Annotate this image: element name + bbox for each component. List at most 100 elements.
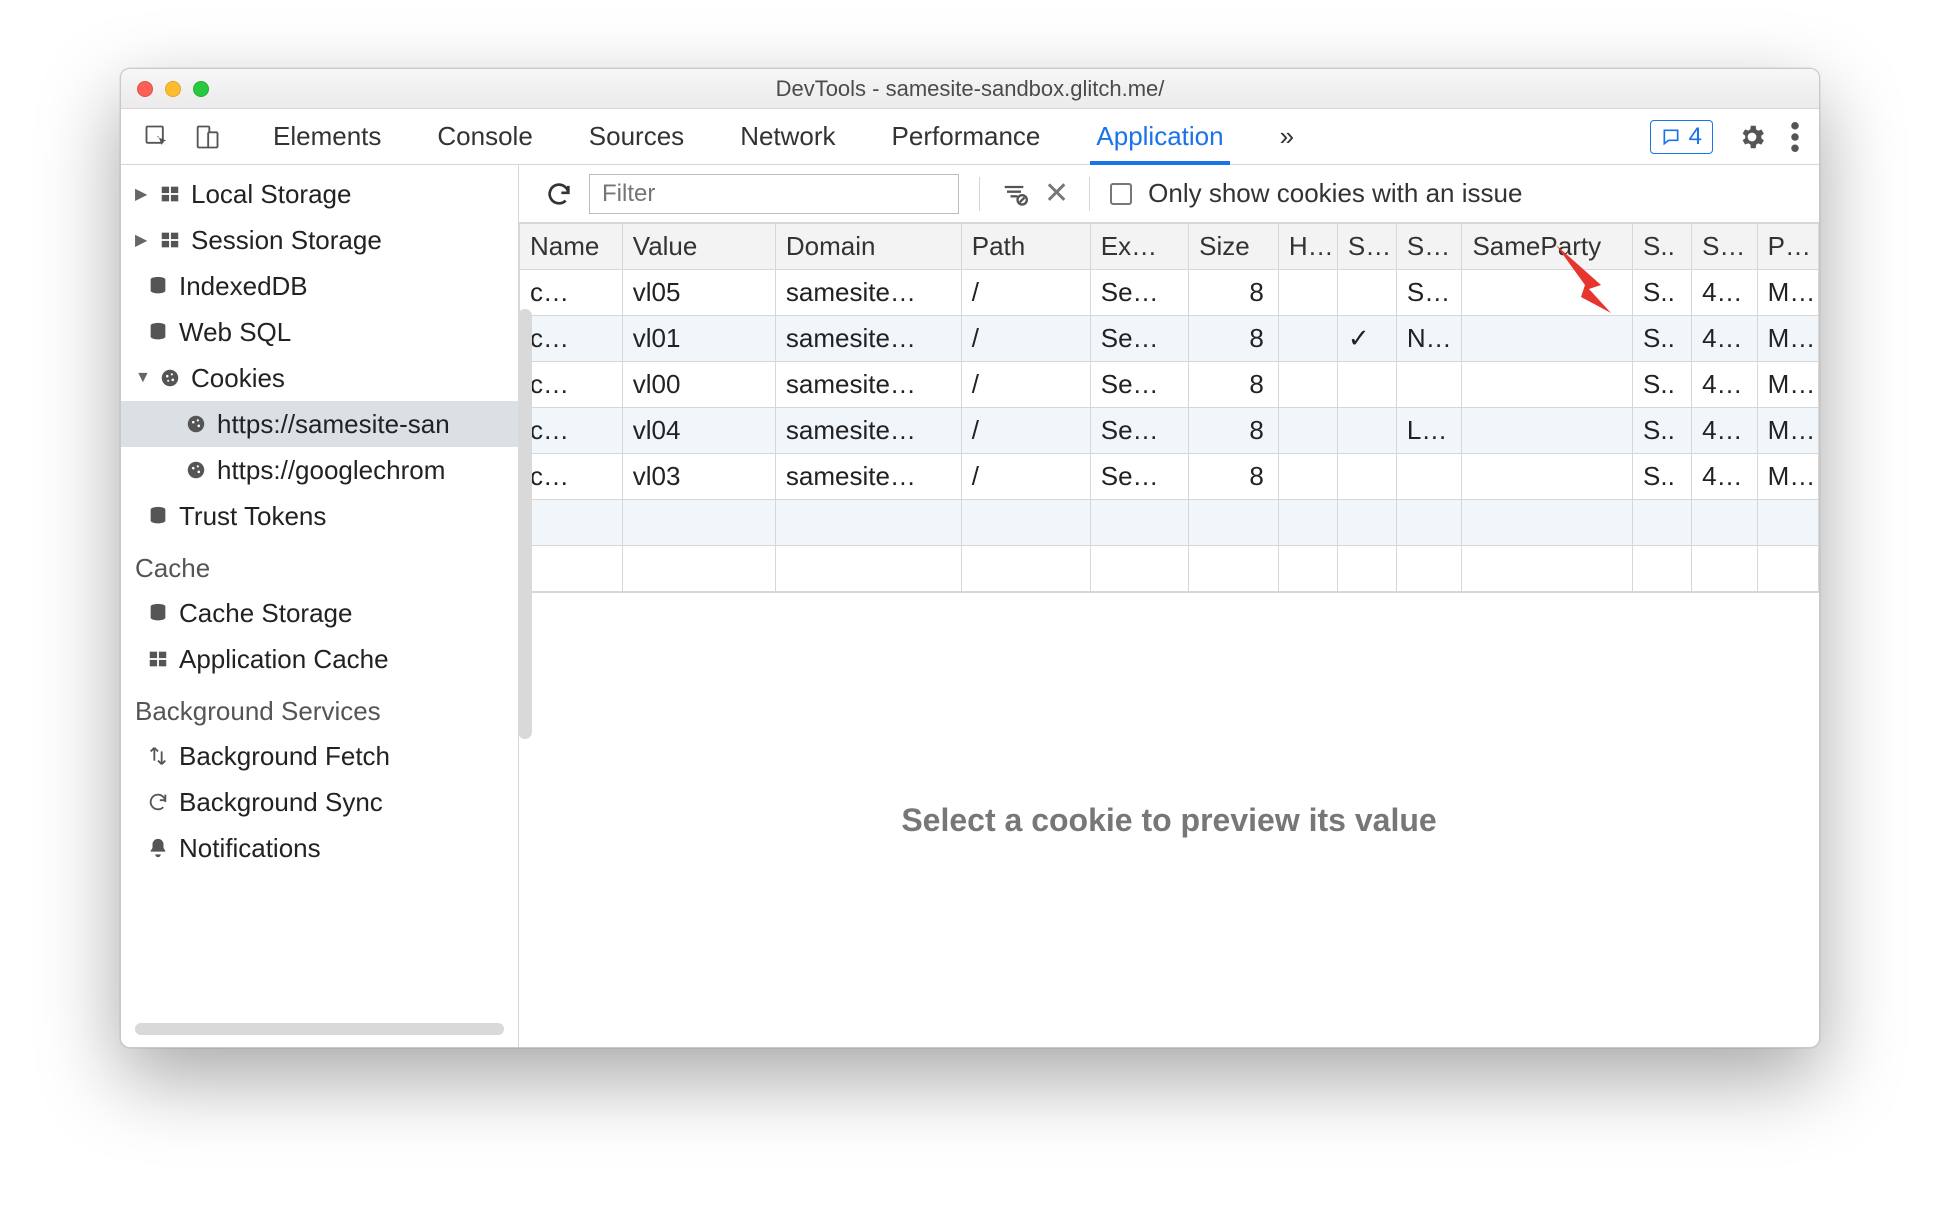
table-row[interactable]: c…vl05samesite…/Se…8S…S..4…M…: [520, 270, 1819, 316]
table-cell: [1337, 546, 1396, 592]
table-cell: S..: [1633, 408, 1692, 454]
table-cell: S..: [1633, 316, 1692, 362]
sidebar-vscrollbar[interactable]: [518, 309, 532, 739]
tab-performance[interactable]: Performance: [892, 109, 1041, 164]
table-header-row: Name Value Domain Path Ex… Size H… S… S……: [520, 224, 1819, 270]
table-cell: [1633, 546, 1692, 592]
table-cell: 8: [1189, 454, 1279, 500]
preview-placeholder: Select a cookie to preview its value: [901, 802, 1436, 839]
sidebar-item-session-storage[interactable]: ▶ Session Storage: [121, 217, 518, 263]
tab-console[interactable]: Console: [437, 109, 532, 164]
kebab-menu-icon[interactable]: [1791, 122, 1799, 152]
col-header[interactable]: S…: [1337, 224, 1396, 270]
more-tabs-button[interactable]: »: [1280, 109, 1294, 164]
cookies-panel: ✕ Only show cookies with an issue Name V…: [519, 165, 1819, 1047]
clear-all-button[interactable]: ✕: [1044, 176, 1069, 211]
sidebar-item-local-storage[interactable]: ▶ Local Storage: [121, 171, 518, 217]
col-header[interactable]: S..: [1633, 224, 1692, 270]
tab-sources[interactable]: Sources: [589, 109, 684, 164]
clear-filter-icon[interactable]: [1000, 180, 1028, 208]
settings-icon[interactable]: [1737, 122, 1767, 152]
tab-application[interactable]: Application: [1096, 109, 1223, 164]
sidebar-item-indexeddb[interactable]: IndexedDB: [121, 263, 518, 309]
table-cell: L…: [1396, 408, 1462, 454]
sidebar-item-label: Trust Tokens: [179, 501, 326, 532]
table-cell: samesite…: [775, 270, 961, 316]
table-cell: c…: [520, 454, 623, 500]
table-cell: [1090, 546, 1188, 592]
sidebar-item-notifications[interactable]: Notifications: [121, 825, 518, 871]
window-controls: [121, 81, 209, 97]
device-toolbar-icon[interactable]: [193, 123, 221, 151]
inspect-element-icon[interactable]: [143, 123, 171, 151]
table-cell: Se…: [1090, 316, 1188, 362]
titlebar: DevTools - samesite-sandbox.glitch.me/: [121, 69, 1819, 109]
zoom-window-button[interactable]: [193, 81, 209, 97]
issues-badge[interactable]: 4: [1650, 120, 1713, 154]
table-cell: [1462, 454, 1633, 500]
sidebar-item-bg-sync[interactable]: Background Sync: [121, 779, 518, 825]
table-row[interactable]: c…vl01samesite…/Se…8✓N…S..4…M…: [520, 316, 1819, 362]
sidebar-item-cache-storage[interactable]: Cache Storage: [121, 590, 518, 636]
table-row[interactable]: c…vl00samesite…/Se…8S..4…M…: [520, 362, 1819, 408]
col-header[interactable]: Name: [520, 224, 623, 270]
col-header[interactable]: Path: [961, 224, 1090, 270]
table-cell: [1396, 500, 1462, 546]
table-cell: vl01: [622, 316, 775, 362]
table-cell: [1462, 270, 1633, 316]
main-area: ▶ Local Storage ▶ Session Storage Indexe…: [121, 165, 1819, 1047]
table-cell: Se…: [1090, 362, 1188, 408]
table-cell: /: [961, 454, 1090, 500]
sidebar-item-application-cache[interactable]: Application Cache: [121, 636, 518, 682]
table-cell: [1396, 454, 1462, 500]
tab-elements[interactable]: Elements: [273, 109, 381, 164]
col-header[interactable]: H…: [1278, 224, 1337, 270]
table-cell: [1396, 362, 1462, 408]
sidebar-section-bg: Background Services: [121, 682, 518, 733]
filter-input[interactable]: [589, 174, 959, 214]
sidebar-item-cookies[interactable]: ▼ Cookies: [121, 355, 518, 401]
table-cell: M…: [1757, 454, 1818, 500]
col-header[interactable]: Value: [622, 224, 775, 270]
sidebar-cookie-origin[interactable]: https://samesite-san: [121, 401, 518, 447]
table-cell: [961, 500, 1090, 546]
tab-network[interactable]: Network: [740, 109, 835, 164]
table-cell: ✓: [1337, 316, 1396, 362]
only-issues-label: Only show cookies with an issue: [1148, 178, 1522, 209]
minimize-window-button[interactable]: [165, 81, 181, 97]
sidebar-hscrollbar[interactable]: [135, 1023, 504, 1035]
col-header[interactable]: Domain: [775, 224, 961, 270]
col-header[interactable]: Size: [1189, 224, 1279, 270]
sidebar-item-label: https://googlechrom: [217, 455, 445, 486]
table-cell: [1278, 316, 1337, 362]
table-row[interactable]: c…vl03samesite…/Se…8S..4…M…: [520, 454, 1819, 500]
sidebar-item-label: Cache Storage: [179, 598, 352, 629]
sidebar-item-bg-fetch[interactable]: Background Fetch: [121, 733, 518, 779]
col-header[interactable]: SameParty: [1462, 224, 1633, 270]
table-cell: [1692, 500, 1758, 546]
sidebar-item-label: Web SQL: [179, 317, 291, 348]
table-cell: [1462, 546, 1633, 592]
sidebar-section-cache: Cache: [121, 539, 518, 590]
refresh-button[interactable]: [545, 180, 573, 208]
sidebar-item-trust-tokens[interactable]: Trust Tokens: [121, 493, 518, 539]
only-issues-checkbox[interactable]: [1110, 183, 1132, 205]
col-header[interactable]: Ex…: [1090, 224, 1188, 270]
sidebar-cookie-origin[interactable]: https://googlechrom: [121, 447, 518, 493]
table-row[interactable]: c…vl04samesite…/Se…8L…S..4…M…: [520, 408, 1819, 454]
table-cell: [1396, 546, 1462, 592]
sidebar-item-websql[interactable]: Web SQL: [121, 309, 518, 355]
window-title: DevTools - samesite-sandbox.glitch.me/: [121, 76, 1819, 102]
col-header[interactable]: S…: [1396, 224, 1462, 270]
cookie-icon: [159, 367, 181, 389]
table-cell: [1278, 454, 1337, 500]
table-cell: S…: [1396, 270, 1462, 316]
table-cell: [1462, 362, 1633, 408]
close-window-button[interactable]: [137, 81, 153, 97]
col-header[interactable]: S…: [1692, 224, 1758, 270]
table-cell: [1633, 500, 1692, 546]
col-header[interactable]: P…: [1757, 224, 1818, 270]
devtools-tabbar: Elements Console Sources Network Perform…: [121, 109, 1819, 165]
table-cell: M…: [1757, 270, 1818, 316]
table-row-empty: [520, 500, 1819, 546]
